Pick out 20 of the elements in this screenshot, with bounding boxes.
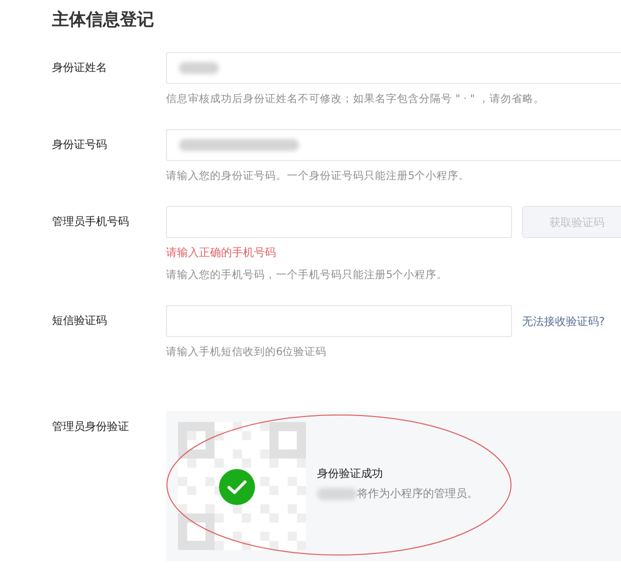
redacted-value: [317, 488, 357, 500]
redacted-value: [179, 62, 219, 74]
page-title: 主体信息登记: [51, 9, 155, 32]
help-link[interactable]: 无法接收验证码?: [522, 314, 605, 328]
input-field[interactable]: [166, 52, 621, 84]
field-hint: 请输入手机短信收到的6位验证码: [166, 345, 328, 359]
field-label: 身份证号码: [51, 137, 108, 153]
error-message: 请输入正确的手机号码: [166, 246, 277, 260]
verification-status: 身份验证成功: [317, 466, 384, 482]
input-field[interactable]: [166, 129, 621, 161]
field-hint: 请输入您的身份证号码。一个身份证号码只能注册5个小程序。: [166, 169, 471, 183]
field-label: 管理员身份验证: [51, 419, 130, 435]
field-hint: 信息审核成功后身份证姓名不可修改；如果名字包含分隔号 " · " ，请勿省略。: [166, 92, 546, 106]
field-hint: 请输入您的手机号码，一个手机号码只能注册5个小程序。: [166, 268, 449, 282]
field-label: 管理员手机号码: [51, 214, 130, 230]
input-field[interactable]: [166, 305, 512, 337]
field-label: 身份证姓名: [51, 60, 108, 76]
field-label: 短信验证码: [51, 313, 108, 329]
verification-message: 将作为小程序的管理员。: [357, 486, 478, 502]
input-field[interactable]: [166, 206, 512, 238]
